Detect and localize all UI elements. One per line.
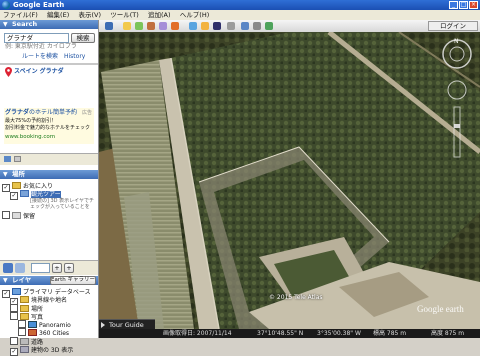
ad-url[interactable]: www.booking.com [5,133,55,141]
fly-to-icon[interactable] [3,263,13,273]
earth-gallery-button[interactable]: Earth ギャラリー [50,276,96,285]
maximize-button[interactable]: □ [459,1,468,9]
location-pin-icon [5,67,12,77]
overlay-icon[interactable] [159,22,167,30]
tour-icon [20,190,29,197]
panoramio-icon [28,321,37,328]
login-button[interactable]: ログイン [428,21,478,31]
checkbox[interactable] [10,304,18,312]
copyright-label: © 2015 Tele Atlas [269,294,323,301]
cities-icon [28,329,37,336]
search-footer [0,153,98,165]
menu-help[interactable]: ヘルプ(H) [177,10,213,20]
title-bar: Google Earth _ □ × [0,0,480,10]
folder-icon [12,212,21,219]
checkbox[interactable] [18,320,26,328]
placemark-icon[interactable] [123,22,131,30]
layer-item[interactable]: ✓ 建物の 3D 表示 [10,346,73,356]
menu-tools[interactable]: ツール(T) [107,10,143,20]
search-input[interactable]: グラナダ [4,33,69,43]
places-panel-header[interactable]: ▼ 場所 [0,170,98,179]
sidebar-toggle-icon[interactable] [105,22,113,30]
ad-badge: 広告 [82,110,93,116]
globe-icon [12,288,21,295]
history-link[interactable]: History [64,53,85,61]
photo-icon [20,313,29,320]
expand-icon [101,322,106,328]
imagery-date: 画像取得日: 2007/11/14 [163,330,232,337]
map-view[interactable]: N © 2015 Tele Atlas Google earth Tour Gu… [99,32,480,329]
google-maps-icon[interactable] [265,22,273,30]
folder-icon [20,296,29,303]
polygon-icon[interactable] [135,22,143,30]
building-icon [20,346,29,353]
add-icon[interactable]: + [52,263,62,273]
tour-speed-field[interactable] [31,263,50,273]
add-folder-icon[interactable]: + [64,263,74,273]
google-earth-icon [2,1,10,9]
ad-title-rest[interactable]: のホテル簡単予約 [29,109,77,116]
checkbox[interactable]: ✓ [2,290,10,298]
menu-edit[interactable]: 編集(E) [44,10,73,20]
search-example: 例: 東京駅付近 カイロプラ [5,43,77,50]
collapse-icon[interactable]: ▼ [3,276,8,285]
checkbox[interactable] [2,211,10,219]
route-link[interactable]: ルートを検索 [22,53,58,61]
longitude: 3°35'00.38" W [317,330,361,337]
side-panel: ▼ Search グラナダ 検索 例: 東京駅付近 カイロプラ ルートを検索 H… [0,20,99,356]
search-panel-header[interactable]: ▼ Search [0,20,98,29]
copy-icon[interactable] [4,156,11,162]
checkbox[interactable]: ✓ [10,192,18,200]
menu-add[interactable]: 追加(A) [145,10,175,20]
search-result-title[interactable]: スペイン グラナダ [14,68,64,76]
menu-view[interactable]: 表示(V) [75,10,105,20]
folder-icon [20,305,29,312]
eye-altitude: 高度 875 m [431,330,465,337]
print-icon[interactable] [253,22,261,30]
clear-icon[interactable] [14,156,21,162]
checkbox[interactable] [10,312,18,320]
close-button[interactable]: × [469,1,478,9]
google-earth-logo: Google earth [417,304,464,314]
checkbox[interactable] [18,328,26,336]
menu-file[interactable]: ファイル(F) [0,10,42,20]
road-icon [20,338,29,345]
elevation: 標高 785 m [373,330,407,337]
checkbox[interactable] [10,337,18,345]
sky-icon[interactable] [213,22,221,30]
checkbox[interactable]: ✓ [10,348,18,356]
sunlight-icon[interactable] [201,22,209,30]
places-saved[interactable]: 保留 [2,211,35,221]
latitude: 37°10'48.55" N [257,330,304,337]
minimize-button[interactable]: _ [449,1,458,9]
svg-text:N: N [454,38,459,45]
window-title: Google Earth [13,1,65,9]
checkbox[interactable]: ✓ [2,184,10,192]
aerial-imagery: N [99,32,480,329]
places-footer: + + [0,260,98,275]
path-icon[interactable] [147,22,155,30]
divider [0,63,98,65]
ad-box: グラナダのホテル簡単予約 広告 最大75%の予約割引！ 割引料金で魅力的なホテル… [4,108,94,144]
email-icon[interactable] [241,22,249,30]
ruler-icon[interactable] [227,22,235,30]
collapse-icon[interactable]: ▼ [3,170,8,179]
ad-line-2: 割引料金で魅力的なホテルをチェック [5,125,91,131]
list-view-icon[interactable] [15,263,25,273]
ad-title[interactable]: グラナダ [5,109,29,116]
status-bar: 画像取得日: 2007/11/14 37°10'48.55" N 3°35'00… [99,329,480,338]
historical-imagery-icon[interactable] [189,22,197,30]
collapse-icon[interactable]: ▼ [3,20,8,29]
tour-guide-tab[interactable]: Tour Guide [99,319,155,329]
record-tour-icon[interactable] [171,22,179,30]
folder-icon [12,182,21,189]
sightseeing-note: [接続の] 3D 表示レイヤでチェックが入っていることを [30,198,94,210]
search-button[interactable]: 検索 [71,33,95,43]
